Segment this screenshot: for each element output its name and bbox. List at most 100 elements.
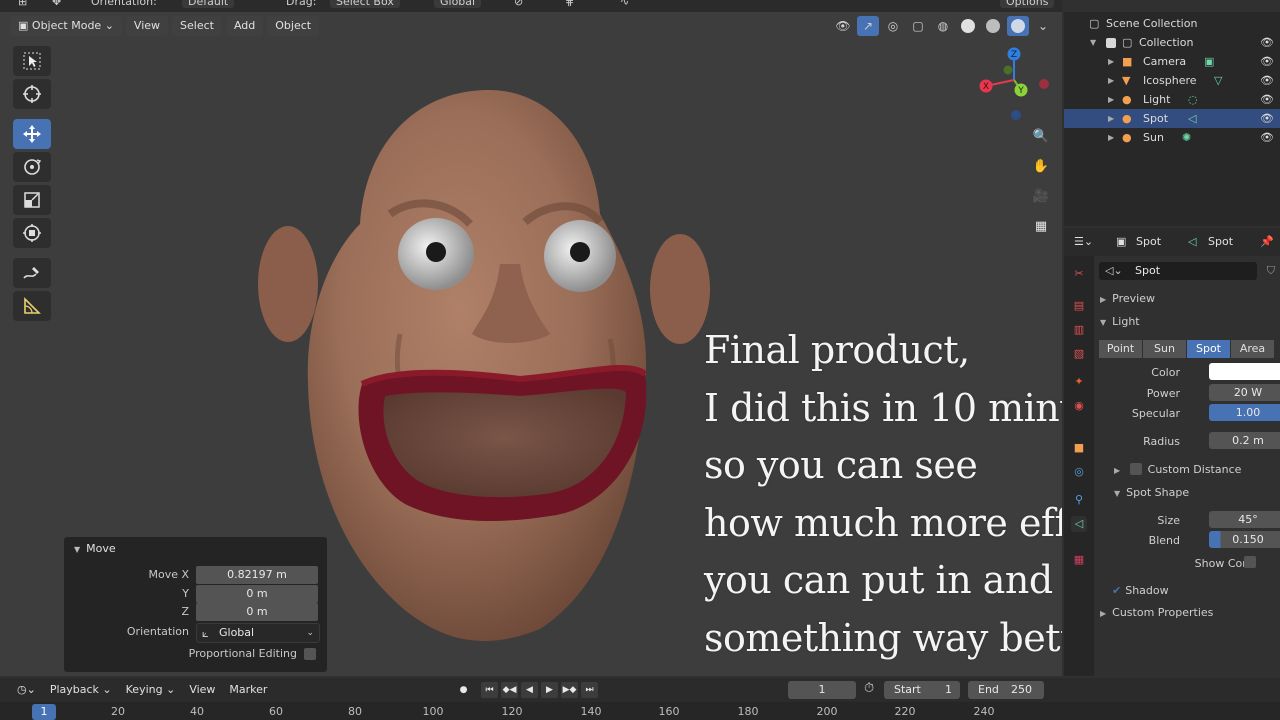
outliner-item-spot[interactable]: ▶ ● Spot ◁ 👁 bbox=[1064, 109, 1280, 128]
select-box-tool[interactable] bbox=[13, 46, 51, 76]
snap-icon[interactable]: ⋕ bbox=[565, 0, 574, 8]
orientation-dropdown[interactable]: ⟀ Global ⌄ bbox=[196, 623, 320, 643]
custom-distance-checkbox[interactable] bbox=[1129, 463, 1142, 475]
pivot-icon[interactable]: ⊘ bbox=[514, 0, 523, 8]
menu-marker[interactable]: Marker bbox=[222, 680, 274, 700]
physics-tab-icon[interactable]: ◎ bbox=[1071, 464, 1087, 480]
pan-hand-icon[interactable]: ✋ bbox=[1029, 154, 1053, 178]
playhead-current-frame[interactable]: 1 bbox=[32, 704, 56, 720]
outliner-item-icosphere[interactable]: ▶ ▼ Icosphere ▽ 👁 bbox=[1064, 71, 1280, 90]
expand-arrow-icon[interactable]: ▶ bbox=[1108, 109, 1114, 128]
menu-select[interactable]: Select bbox=[172, 16, 222, 36]
solid-shading-icon[interactable] bbox=[957, 16, 979, 36]
start-frame-field[interactable]: Start 1 bbox=[884, 681, 960, 699]
shading-options-icon[interactable]: ⌄ bbox=[1032, 16, 1054, 36]
wireframe-shading-icon[interactable]: ◍ bbox=[932, 16, 954, 36]
proportional-icon[interactable]: ∿ bbox=[620, 0, 629, 8]
scale-tool[interactable] bbox=[13, 185, 51, 215]
play-icon[interactable]: ▶ bbox=[541, 682, 558, 698]
eye-icon[interactable]: 👁 bbox=[1260, 109, 1274, 128]
proportional-editing-checkbox[interactable] bbox=[304, 648, 316, 660]
rendered-shading-icon[interactable] bbox=[1007, 16, 1029, 36]
eye-icon[interactable]: 👁 bbox=[1260, 90, 1274, 109]
camera-view-icon[interactable]: 🎥 bbox=[1029, 184, 1053, 208]
expand-arrow-icon[interactable]: ▶ bbox=[1108, 52, 1114, 71]
outliner-item-sun[interactable]: ▶ ● Sun ✺ 👁 bbox=[1064, 128, 1280, 147]
expand-arrow-icon[interactable]: ▶ bbox=[1108, 71, 1114, 90]
move-y-field[interactable]: 0 m bbox=[196, 585, 318, 603]
power-field[interactable]: 20 W bbox=[1209, 384, 1280, 401]
custom-properties-section-header[interactable]: ▶ Custom Properties bbox=[1100, 606, 1213, 619]
collection-checkbox[interactable] bbox=[1106, 38, 1116, 48]
perspective-grid-icon[interactable]: ▦ bbox=[1029, 214, 1053, 238]
transform-tool[interactable] bbox=[13, 218, 51, 248]
menu-object[interactable]: Object bbox=[267, 16, 320, 36]
annotate-tool[interactable] bbox=[13, 258, 51, 288]
navigation-gizmo[interactable]: Z Y X bbox=[978, 46, 1050, 120]
object-tab-icon[interactable]: ■ bbox=[1071, 440, 1087, 456]
drag-dropdown[interactable]: Select Box bbox=[330, 0, 400, 8]
collection-row[interactable]: ▼ ▢ Collection 👁 bbox=[1064, 33, 1280, 52]
menu-view[interactable]: View bbox=[125, 16, 169, 36]
eye-icon[interactable]: 👁 bbox=[1260, 71, 1274, 90]
output-tab-icon[interactable]: ▥ bbox=[1071, 322, 1087, 338]
orientation-dropdown[interactable]: Default bbox=[182, 0, 235, 8]
end-frame-field[interactable]: End 250 bbox=[968, 681, 1044, 699]
tool-tab-icon[interactable]: ✂ bbox=[1071, 266, 1087, 282]
datablock-name-field[interactable]: ◁⌄ Spot ⛉ bbox=[1099, 262, 1275, 280]
light-type-area[interactable]: Area bbox=[1231, 340, 1274, 358]
next-keyframe-icon[interactable]: ▶◆ bbox=[561, 682, 578, 698]
move-tool[interactable] bbox=[13, 119, 51, 149]
eye-icon[interactable]: 👁 bbox=[1260, 128, 1274, 147]
texture-tab-icon[interactable]: ▦ bbox=[1071, 552, 1087, 568]
zoom-icon[interactable]: 🔍 bbox=[1029, 124, 1053, 148]
menu-view[interactable]: View bbox=[182, 680, 222, 700]
current-frame-field[interactable]: 1 bbox=[788, 681, 856, 699]
light-type-spot[interactable]: Spot bbox=[1187, 340, 1230, 358]
view-layer-tab-icon[interactable]: ▧ bbox=[1071, 346, 1087, 362]
3d-viewport[interactable]: ⊞ ✥ Orientation: Default Drag: Select Bo… bbox=[0, 0, 1062, 676]
custom-distance-subpanel[interactable]: ▶ Custom Distance bbox=[1114, 463, 1241, 476]
light-type-point[interactable]: Point bbox=[1099, 340, 1142, 358]
visibility-icon[interactable]: 👁 bbox=[832, 16, 854, 36]
grid-icon[interactable]: ⊞ bbox=[18, 0, 27, 8]
eye-icon[interactable]: 👁 bbox=[1260, 33, 1274, 52]
render-tab-icon[interactable]: ▤ bbox=[1071, 298, 1087, 314]
measure-tool[interactable] bbox=[13, 291, 51, 321]
show-cone-checkbox[interactable] bbox=[1244, 556, 1256, 568]
spot-size-field[interactable]: 45° bbox=[1209, 511, 1280, 528]
expand-arrow-icon[interactable]: ▶ bbox=[1108, 90, 1114, 109]
editor-type-clock-icon[interactable]: ◷⌄ bbox=[10, 680, 43, 700]
menu-keying[interactable]: Keying ⌄ bbox=[119, 680, 183, 700]
record-icon[interactable]: ● bbox=[455, 682, 472, 698]
timeline-frame-ruler[interactable]: 1 20 40 60 80 100 120 140 160 180 200 22… bbox=[0, 702, 1280, 720]
outliner-item-light[interactable]: ▶ ● Light ◌ 👁 bbox=[1064, 90, 1280, 109]
gizmo-toggle-icon[interactable]: ↗ bbox=[857, 16, 879, 36]
expand-arrow-icon[interactable]: ▼ bbox=[1090, 33, 1096, 52]
specular-field[interactable]: 1.00 bbox=[1209, 404, 1280, 421]
cursor-tool[interactable] bbox=[13, 79, 51, 109]
mode-dropdown[interactable]: ▣ Object Mode ⌄ bbox=[10, 16, 122, 36]
eye-icon[interactable]: 👁 bbox=[1260, 52, 1274, 71]
overlays-icon[interactable]: ◎ bbox=[882, 16, 904, 36]
spot-blend-slider[interactable]: 0.150 bbox=[1209, 531, 1280, 548]
preview-section-header[interactable]: ▶ Preview bbox=[1100, 292, 1155, 305]
light-type-sun[interactable]: Sun bbox=[1143, 340, 1186, 358]
move-z-field[interactable]: 0 m bbox=[196, 603, 318, 621]
prev-keyframe-icon[interactable]: ◆◀ bbox=[501, 682, 518, 698]
shadow-checkbox[interactable]: ✔ bbox=[1112, 584, 1121, 597]
rotate-tool[interactable] bbox=[13, 152, 51, 182]
shadow-section-header[interactable]: ✔ Shadow bbox=[1112, 584, 1169, 597]
xray-icon[interactable]: ▢ bbox=[907, 16, 929, 36]
outliner-item-camera[interactable]: ▶ ■ Camera ▣ 👁 bbox=[1064, 52, 1280, 71]
pin-icon[interactable]: 📌 bbox=[1260, 235, 1274, 248]
panel-header[interactable]: ▼ Move bbox=[74, 542, 116, 555]
transform-orientation-dropdown[interactable]: Global bbox=[434, 0, 482, 8]
constraints-tab-icon[interactable]: ⚲ bbox=[1071, 492, 1087, 508]
jump-start-icon[interactable]: ⏮ bbox=[481, 682, 498, 698]
scene-tab-icon[interactable]: ✦ bbox=[1071, 374, 1087, 390]
fake-user-shield-icon[interactable]: ⛉ bbox=[1267, 262, 1275, 280]
light-data-tab-icon[interactable]: ◁ bbox=[1071, 516, 1087, 532]
world-tab-icon[interactable]: ◉ bbox=[1071, 398, 1087, 414]
material-shading-icon[interactable] bbox=[982, 16, 1004, 36]
